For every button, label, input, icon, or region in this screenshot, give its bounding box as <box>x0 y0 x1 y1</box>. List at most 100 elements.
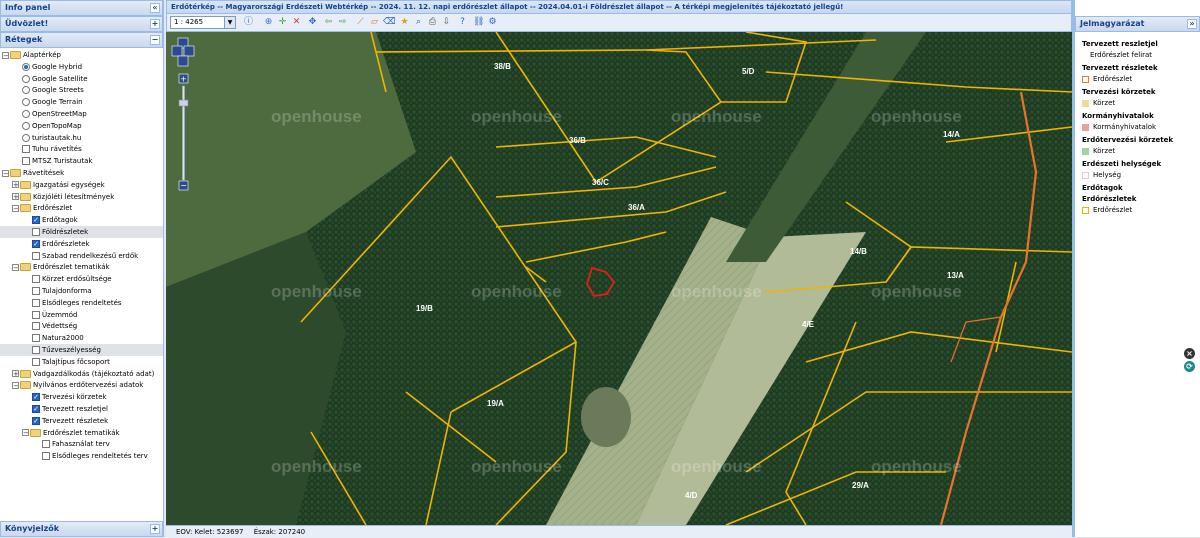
welcome-header[interactable]: Üdvözlet! + <box>0 16 163 32</box>
parcel-label[interactable]: 4/D <box>685 491 698 500</box>
parcel-label[interactable]: 4/E <box>802 320 815 329</box>
parcel-label[interactable]: 13/A <box>947 271 964 280</box>
link-icon[interactable]: ⛓ <box>473 17 484 28</box>
layer-checkbox[interactable] <box>32 275 40 284</box>
bookmarks-header[interactable]: Könyvjelzők + <box>0 521 163 537</box>
tree-node[interactable]: ✓ Tervezett reszletjel <box>0 403 163 415</box>
pan-icon[interactable]: ✥ <box>307 17 318 28</box>
tree-node[interactable]: ✓ Tervezett részletek <box>0 415 163 427</box>
layer-checkbox[interactable] <box>32 322 40 331</box>
layer-checkbox[interactable]: ✓ <box>32 416 40 425</box>
refresh-icon[interactable]: ⟳ <box>1184 361 1195 372</box>
search-icon[interactable]: ⌕ <box>413 17 424 28</box>
zoom-extent-icon[interactable]: ⊕ <box>263 17 274 28</box>
collapse-node-icon[interactable]: − <box>12 204 19 212</box>
settings-icon[interactable]: ⚙ <box>487 17 498 28</box>
collapse-icon[interactable]: » <box>1187 19 1197 29</box>
collapse-node-icon[interactable]: − <box>12 381 19 389</box>
map-canvas[interactable]: openhouse openhouse openhouse openhouse … <box>166 32 1072 525</box>
tree-node[interactable]: − Erdőrészlet tematikák <box>0 261 163 273</box>
help-icon[interactable]: ? <box>457 17 468 28</box>
parcel-label[interactable]: 14/A <box>943 130 960 139</box>
pan-right-icon[interactable] <box>183 45 195 57</box>
export-icon[interactable]: ⇩ <box>441 17 452 28</box>
layers-header[interactable]: Rétegek − <box>0 32 163 48</box>
back-icon[interactable]: ⇦ <box>323 17 334 28</box>
layer-radio[interactable] <box>22 62 30 71</box>
layer-checkbox[interactable]: ✓ <box>32 239 40 248</box>
layer-checkbox[interactable] <box>32 228 40 236</box>
layer-checkbox[interactable] <box>42 440 50 449</box>
layer-checkbox[interactable] <box>32 357 40 366</box>
tree-node[interactable]: Fahasználat terv <box>0 438 163 450</box>
collapse-node-icon[interactable]: − <box>2 51 9 59</box>
parcel-label[interactable]: 36/B <box>569 136 586 145</box>
layer-radio[interactable] <box>22 110 30 118</box>
tree-node[interactable]: + Igazgatási egységek <box>0 179 163 191</box>
expand-node-icon[interactable]: + <box>12 370 19 378</box>
measure-area-icon[interactable]: ▱ <box>369 17 380 28</box>
tree-node[interactable]: Védettség <box>0 320 163 332</box>
forward-icon[interactable]: ⇨ <box>337 17 348 28</box>
tree-node[interactable]: Elsődleges rendeltetés <box>0 297 163 309</box>
print-icon[interactable]: ⎙ <box>427 17 438 28</box>
parcel-label[interactable]: 19/A <box>487 399 504 408</box>
close-icon[interactable]: × <box>1184 348 1195 359</box>
parcel-label[interactable]: 14/B <box>850 247 867 256</box>
tree-node[interactable]: − Nyilvános erdőtervezési adatok <box>0 379 163 391</box>
layer-radio[interactable] <box>22 121 30 130</box>
layer-radio[interactable] <box>22 98 30 107</box>
layer-checkbox[interactable]: ✓ <box>32 405 40 413</box>
tree-node[interactable]: Földrészletek <box>0 226 163 238</box>
layer-checkbox[interactable]: ✓ <box>32 216 40 225</box>
tree-node[interactable]: + Vadgazdálkodás (tájékoztató adat) <box>0 368 163 380</box>
tree-node[interactable]: − Alaptérkép <box>0 49 163 61</box>
tree-node[interactable]: Tűzveszélyesség <box>0 344 163 356</box>
legend-header[interactable]: Jelmagyarázat » <box>1075 16 1200 32</box>
parcel-label[interactable]: 5/D <box>742 67 755 76</box>
tree-node[interactable]: Talajtípus főcsoport <box>0 356 163 368</box>
expand-icon[interactable]: + <box>150 19 160 29</box>
tree-node[interactable]: − Erdőrészlet tematikák <box>0 427 163 439</box>
layer-radio[interactable] <box>22 74 30 83</box>
zoom-in-icon[interactable]: ✛ <box>277 17 288 28</box>
parcel-label[interactable]: 19/B <box>416 304 433 313</box>
zoom-slider-handle[interactable] <box>178 99 189 107</box>
layer-checkbox[interactable] <box>32 298 40 307</box>
layer-checkbox[interactable] <box>22 145 30 154</box>
bookmark-star-icon[interactable]: ★ <box>399 17 410 28</box>
parcel-label[interactable]: 38/B <box>494 62 511 71</box>
clear-icon[interactable]: ⌫ <box>383 17 396 28</box>
tree-node[interactable]: Natura2000 <box>0 332 163 344</box>
tree-node[interactable]: Google Satellite <box>0 73 163 85</box>
parcel-label[interactable]: 36/A <box>628 203 645 212</box>
scale-select[interactable]: 1 : 4265 ▼ <box>170 16 236 29</box>
measure-line-icon[interactable]: ⟋ <box>355 17 366 28</box>
tree-node[interactable]: ✓ Erdőtagok <box>0 214 163 226</box>
tree-node[interactable]: Elsődleges rendeltetés terv <box>0 450 163 462</box>
pan-down-icon[interactable] <box>177 55 189 67</box>
tree-node[interactable]: Google Terrain <box>0 96 163 108</box>
tree-node[interactable]: Google Hybrid <box>0 61 163 73</box>
layer-radio[interactable] <box>22 86 30 95</box>
collapse-node-icon[interactable]: − <box>2 169 9 177</box>
collapse-icon[interactable]: « <box>150 3 160 13</box>
expand-icon[interactable]: + <box>150 524 160 534</box>
layer-checkbox[interactable] <box>32 287 40 295</box>
layer-checkbox[interactable] <box>32 334 40 343</box>
tree-node[interactable]: Tulajdonforma <box>0 285 163 297</box>
minimize-icon[interactable]: − <box>150 35 160 45</box>
tree-node[interactable]: − Erdőrészlet <box>0 202 163 214</box>
collapse-node-icon[interactable]: − <box>12 263 19 271</box>
tree-node[interactable]: ✓ Erdőrészletek <box>0 238 163 250</box>
tree-node[interactable]: + Közjóléti létesítmények <box>0 191 163 203</box>
tree-node[interactable]: Körzet erdősültsége <box>0 273 163 285</box>
expand-node-icon[interactable]: + <box>12 181 19 189</box>
tree-node[interactable]: Szabad rendelkezésű erdők <box>0 250 163 262</box>
zoom-out-icon[interactable]: ✕ <box>291 17 302 28</box>
chevron-down-icon[interactable]: ▼ <box>224 17 235 28</box>
layer-checkbox[interactable] <box>32 251 40 260</box>
layer-checkbox[interactable] <box>42 452 50 461</box>
info-panel-header[interactable]: Info panel « <box>0 0 163 16</box>
tree-node[interactable]: MTSZ Turistautak <box>0 155 163 167</box>
